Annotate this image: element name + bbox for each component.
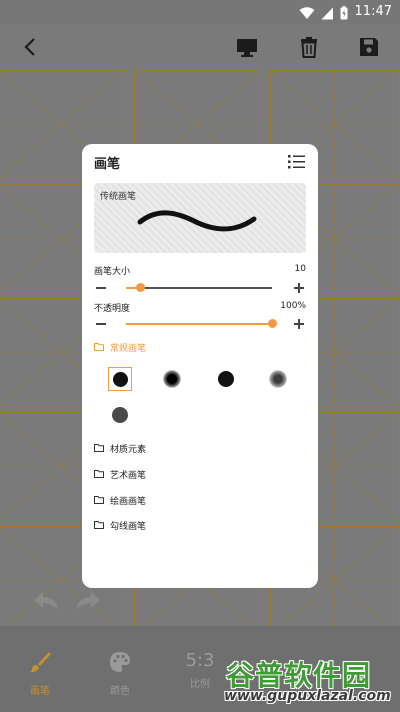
category-label: 常规画笔 bbox=[110, 343, 147, 354]
category-label: 材质元素 bbox=[110, 444, 147, 455]
size-value: 10 bbox=[294, 264, 306, 274]
stroke-preview bbox=[137, 210, 257, 232]
brush-airbrush[interactable] bbox=[266, 367, 290, 391]
opacity-slider-fill bbox=[126, 322, 272, 325]
category-label: 勾线画笔 bbox=[110, 521, 147, 532]
wifi-icon bbox=[299, 5, 315, 24]
folder-icon bbox=[94, 496, 104, 504]
list-icon[interactable] bbox=[288, 154, 306, 170]
palette-icon bbox=[108, 652, 132, 678]
trash-icon[interactable] bbox=[296, 34, 322, 60]
brush-preview: 传统画笔 bbox=[94, 183, 306, 253]
brush-soft-round[interactable] bbox=[160, 367, 184, 391]
status-time: 11:47 bbox=[354, 4, 392, 19]
ratio-value: 5:3 bbox=[185, 650, 215, 671]
status-bar: 11:47 bbox=[0, 0, 400, 24]
category-label: 绘画画笔 bbox=[110, 496, 147, 507]
category-material[interactable]: 材质元素 bbox=[94, 441, 146, 455]
tab-brush[interactable]: 画笔 bbox=[10, 650, 70, 697]
save-icon[interactable] bbox=[356, 34, 382, 60]
category-line-art[interactable]: 勾线画笔 bbox=[94, 518, 146, 532]
tab-color[interactable]: 颜色 bbox=[90, 650, 150, 697]
folder-icon bbox=[94, 444, 104, 452]
signal-icon bbox=[321, 5, 334, 24]
brush-hard-round[interactable] bbox=[214, 367, 238, 391]
brush-gray-round[interactable] bbox=[108, 403, 132, 427]
brush-solid-round[interactable] bbox=[108, 367, 132, 391]
preview-label: 传统画笔 bbox=[100, 192, 137, 202]
brush-dot bbox=[112, 371, 128, 387]
size-slider-track bbox=[126, 287, 272, 289]
folder-icon bbox=[94, 470, 104, 478]
decrease-opacity-icon[interactable] bbox=[96, 323, 106, 325]
increase-opacity-icon-v bbox=[298, 319, 300, 329]
app-bar bbox=[0, 24, 400, 70]
opacity-slider-knob[interactable] bbox=[267, 319, 277, 328]
category-painting[interactable]: 绘画画笔 bbox=[94, 493, 146, 507]
brush-icon bbox=[28, 652, 52, 678]
opacity-label: 不透明度 bbox=[94, 304, 131, 314]
category-regular-brushes[interactable]: 常规画笔 bbox=[94, 340, 146, 354]
decrease-size-icon[interactable] bbox=[96, 287, 106, 289]
folder-icon bbox=[94, 521, 104, 529]
monitor-icon[interactable] bbox=[234, 34, 260, 60]
folder-icon bbox=[94, 343, 104, 351]
panel-title: 画笔 bbox=[94, 157, 121, 172]
brush-panel: 画笔 传统画笔 画笔大小 10 不透明度 100% 常规画笔 材质元素 艺术画笔… bbox=[82, 144, 318, 588]
size-label: 画笔大小 bbox=[94, 267, 131, 277]
brush-dot bbox=[112, 407, 128, 423]
size-slider-knob[interactable] bbox=[136, 283, 146, 292]
tab-brush-label: 画笔 bbox=[30, 686, 50, 697]
battery-icon bbox=[340, 5, 348, 24]
size-slider[interactable] bbox=[94, 281, 306, 295]
undo-icon[interactable] bbox=[32, 590, 60, 616]
back-arrow-icon[interactable] bbox=[18, 34, 44, 60]
watermark-url: www.gupuxlazal.com bbox=[224, 688, 391, 704]
increase-size-icon-v bbox=[298, 283, 300, 293]
opacity-value: 100% bbox=[280, 301, 306, 311]
category-artistic[interactable]: 艺术画笔 bbox=[94, 467, 146, 481]
brush-dot bbox=[163, 370, 181, 388]
redo-icon[interactable] bbox=[74, 590, 102, 616]
undo-redo-group bbox=[32, 590, 112, 614]
brush-dot bbox=[269, 370, 287, 388]
category-label: 艺术画笔 bbox=[110, 470, 147, 481]
tab-color-label: 颜色 bbox=[110, 686, 130, 697]
opacity-slider[interactable] bbox=[94, 317, 306, 331]
site-watermark: 谷普软件园 www.gupuxlazal.com bbox=[212, 650, 392, 710]
brush-dot bbox=[218, 371, 234, 387]
